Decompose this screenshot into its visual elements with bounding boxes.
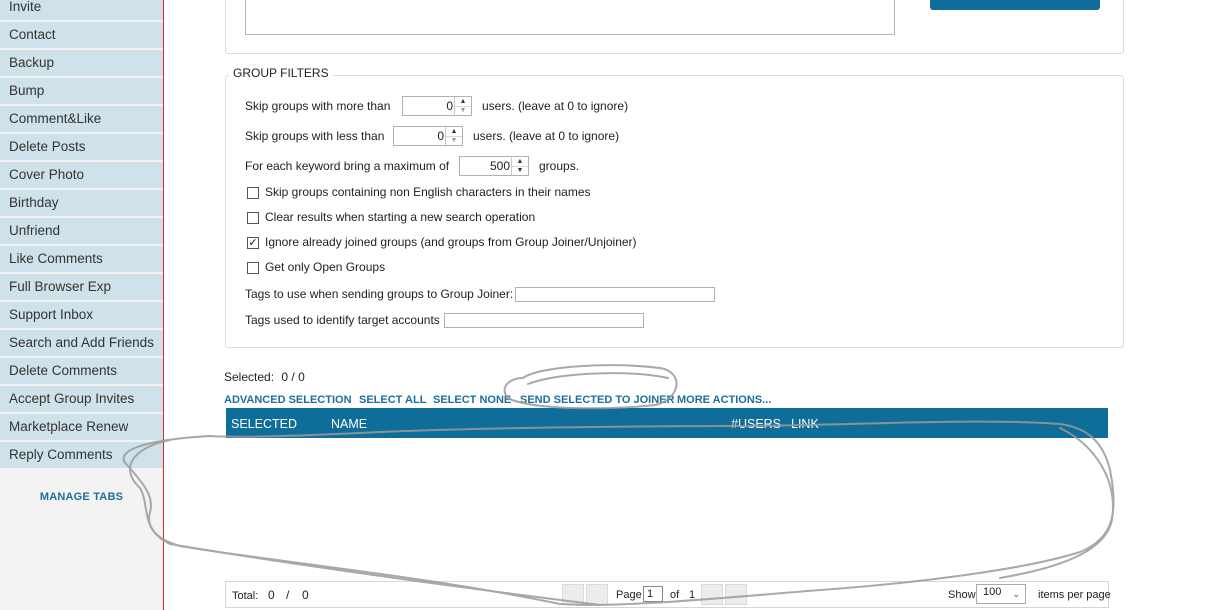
column-name[interactable]: NAME xyxy=(331,417,367,431)
send-to-joiner-link[interactable]: SEND SELECTED TO JOINER xyxy=(520,394,674,406)
pager: Total: 0 / 0 Page 1 of 1 Show 100 ⌄ item… xyxy=(225,581,1111,608)
sidebar-item-reply-comments[interactable]: Reply Comments xyxy=(0,442,163,468)
less-than-suffix: users. (leave at 0 to ignore) xyxy=(473,129,620,143)
stepper-buttons: ▲ ▼ xyxy=(511,157,528,175)
more-actions-link[interactable]: MORE ACTIONS... xyxy=(677,394,771,406)
total-value: 0 xyxy=(268,588,275,602)
sidebar-item-search-add-friends[interactable]: Search and Add Friends xyxy=(0,330,163,356)
sidebar-item-support-inbox[interactable]: Support Inbox xyxy=(0,302,163,328)
sidebar-item-delete-comments[interactable]: Delete Comments xyxy=(0,358,163,384)
keywords-textarea[interactable] xyxy=(245,0,895,35)
items-per-page-label: items per page xyxy=(1038,589,1111,601)
clear-results-checkbox[interactable] xyxy=(247,212,259,224)
stepper-buttons: ▲ ▼ xyxy=(454,97,471,115)
column-selected[interactable]: SELECTED xyxy=(231,417,297,431)
less-than-value: 0 xyxy=(437,129,444,143)
results-table-body xyxy=(226,438,1108,578)
show-label: Show xyxy=(948,589,976,601)
tags-joiner-label: Tags to use when sending groups to Group… xyxy=(245,287,514,301)
stepper-down-icon[interactable]: ▼ xyxy=(512,166,528,175)
sidebar-item-backup[interactable]: Backup xyxy=(0,50,163,76)
page-input[interactable]: 1 xyxy=(643,586,663,602)
sidebar-item-comment-like[interactable]: Comment&Like xyxy=(0,106,163,132)
sidebar-item-cover-photo[interactable]: Cover Photo xyxy=(0,162,163,188)
selected-label: Selected: xyxy=(224,370,275,384)
next-page-button[interactable] xyxy=(701,584,723,605)
sidebar-item-full-browser-exp[interactable]: Full Browser Exp xyxy=(0,274,163,300)
tags-identify-input[interactable] xyxy=(444,313,644,328)
max-per-keyword-stepper[interactable]: 500 ▲ ▼ xyxy=(459,156,529,176)
open-groups-checkbox[interactable] xyxy=(247,262,259,274)
group-filters-legend: GROUP FILTERS xyxy=(229,66,333,80)
manage-tabs-link[interactable]: MANAGE TABS xyxy=(0,491,163,503)
sidebar-item-invite[interactable]: Invite xyxy=(0,0,163,20)
annotation-circle-send-joiner-2 xyxy=(527,372,669,385)
sidebar-item-like-comments[interactable]: Like Comments xyxy=(0,246,163,272)
select-all-link[interactable]: SELECT ALL xyxy=(359,394,426,406)
prev-page-button[interactable] xyxy=(586,584,608,605)
last-page-button[interactable] xyxy=(725,584,747,605)
ignore-joined-checkbox[interactable]: ✓ xyxy=(247,237,259,249)
selected-summary: Selected: 0 / 0 xyxy=(224,370,305,384)
advanced-selection-link[interactable]: ADVANCED SELECTION xyxy=(224,394,352,406)
items-per-page-value: 100 xyxy=(983,586,1002,598)
ignore-joined-label: Ignore already joined groups (and groups… xyxy=(265,235,637,249)
selected-value: 0 / 0 xyxy=(281,370,305,384)
items-per-page-select[interactable]: 100 ⌄ xyxy=(976,584,1026,604)
select-none-link[interactable]: SELECT NONE xyxy=(433,394,511,406)
max-per-keyword-value: 500 xyxy=(489,159,510,173)
more-than-stepper[interactable]: 0 ▲ ▼ xyxy=(402,96,472,116)
sidebar-item-delete-posts[interactable]: Delete Posts xyxy=(0,134,163,160)
total-max: 0 xyxy=(302,588,309,602)
sidebar-item-bump[interactable]: Bump xyxy=(0,78,163,104)
sidebar-list: Invite Contact Backup Bump Comment&Like … xyxy=(0,0,163,470)
page-label: Page xyxy=(616,589,642,601)
more-than-value: 0 xyxy=(446,99,453,113)
chevron-down-icon: ⌄ xyxy=(1012,589,1020,599)
sidebar: Invite Contact Backup Bump Comment&Like … xyxy=(0,0,164,610)
open-groups-label: Get only Open Groups xyxy=(265,260,386,274)
tags-joiner-input[interactable] xyxy=(515,287,715,302)
skip-non-english-label: Skip groups containing non English chara… xyxy=(265,185,591,199)
checkmark-icon: ✓ xyxy=(248,237,258,249)
skip-non-english-checkbox[interactable] xyxy=(247,187,259,199)
stepper-down-icon[interactable]: ▼ xyxy=(446,136,462,145)
sidebar-item-contact[interactable]: Contact xyxy=(0,22,163,48)
more-than-label: Skip groups with more than xyxy=(245,99,391,113)
total-separator: / xyxy=(286,588,290,602)
max-per-keyword-label: For each keyword bring a maximum of xyxy=(245,159,450,173)
more-than-suffix: users. (leave at 0 to ignore) xyxy=(482,99,629,113)
first-page-button[interactable] xyxy=(562,584,584,605)
less-than-stepper[interactable]: 0 ▲ ▼ xyxy=(393,126,463,146)
less-than-label: Skip groups with less than xyxy=(245,129,385,143)
clear-results-label: Clear results when starting a new search… xyxy=(265,210,536,224)
column-link[interactable]: LINK xyxy=(791,417,819,431)
sidebar-item-accept-group-invites[interactable]: Accept Group Invites xyxy=(0,386,163,412)
sidebar-item-marketplace-renew[interactable]: Marketplace Renew xyxy=(0,414,163,440)
stepper-down-icon[interactable]: ▼ xyxy=(455,106,471,115)
max-per-keyword-suffix: groups. xyxy=(539,159,580,173)
column-users[interactable]: #USERS xyxy=(731,417,781,431)
results-table-header: SELECTED NAME #USERS LINK xyxy=(226,408,1108,438)
sidebar-item-unfriend[interactable]: Unfriend xyxy=(0,218,163,244)
page-count: 1 xyxy=(689,589,696,601)
search-button[interactable] xyxy=(930,0,1100,10)
stepper-buttons: ▲ ▼ xyxy=(445,127,462,145)
total-label: Total: xyxy=(232,590,259,602)
of-label: of xyxy=(670,589,680,601)
tags-identify-label: Tags used to identify target accounts xyxy=(245,313,440,327)
sidebar-item-birthday[interactable]: Birthday xyxy=(0,190,163,216)
